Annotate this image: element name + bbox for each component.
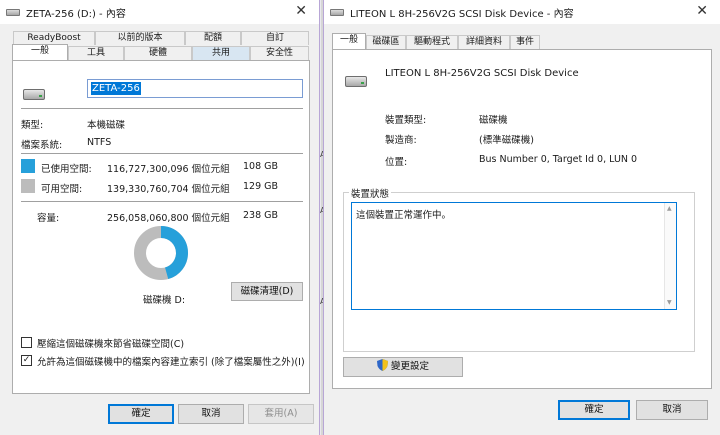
filesystem-value: NTFS [87, 137, 112, 148]
disk-usage-donut [134, 226, 188, 280]
scroll-down-icon[interactable]: ▼ [667, 299, 672, 307]
window-title: ZETA-256 (D:) - 內容 [26, 8, 126, 20]
index-checkmark: ✓ [22, 355, 31, 365]
tab-hardware[interactable]: 硬體 [124, 46, 192, 60]
index-checkbox[interactable]: ✓ [21, 355, 32, 366]
manufacturer-label: 製造商: [385, 135, 417, 146]
capacity-bytes: 256,058,060,800 個位元組 [107, 213, 230, 224]
free-space-swatch [21, 179, 35, 193]
tab-tools[interactable]: 工具 [68, 46, 124, 60]
drive-caption: 磁碟機 D: [143, 295, 186, 306]
close-button[interactable]: ✕ [295, 3, 307, 19]
tab-events[interactable]: 事件 [510, 35, 540, 49]
separator [21, 153, 303, 154]
window-title: LITEON L 8H-256V2G SCSI Disk Device - 內容 [350, 8, 574, 20]
device-type-value: 磁碟機 [479, 115, 508, 126]
tab-driver[interactable]: 驅動程式 [406, 35, 458, 49]
tab-readyboost[interactable]: ReadyBoost [13, 31, 95, 45]
scroll-up-icon[interactable]: ▲ [667, 205, 672, 213]
volume-name-text: ZETA-256 [91, 82, 141, 95]
ok-button[interactable]: 確定 [108, 404, 174, 424]
volume-name-input[interactable]: ZETA-256 [87, 79, 303, 98]
tab-details[interactable]: 詳細資料 [458, 35, 510, 49]
close-button[interactable]: ✕ [696, 3, 708, 19]
compress-label[interactable]: 壓縮這個磁碟機來節省磁碟空間(C) [37, 336, 184, 350]
free-space-label: 可用空間: [41, 184, 83, 195]
device-properties-window: LITEON L 8H-256V2G SCSI Disk Device - 內容… [323, 0, 720, 435]
separator [21, 201, 303, 202]
drive-icon-large [23, 89, 45, 100]
type-label: 類型: [21, 120, 44, 131]
device-type-label: 裝置類型: [385, 115, 427, 126]
change-settings-label: 變更設定 [390, 361, 429, 372]
disk-cleanup-button[interactable]: 磁碟清理(D) [231, 282, 303, 301]
tab-customize[interactable]: 自訂 [241, 31, 309, 45]
capacity-label: 容量: [37, 213, 60, 224]
tab-general[interactable]: 一般 [332, 33, 366, 49]
general-tab-panel: LITEON L 8H-256V2G SCSI Disk Device 裝置類型… [332, 49, 712, 389]
tab-sharing[interactable]: 共用 [192, 46, 250, 60]
index-label[interactable]: 允許為這個磁碟機中的檔案內容建立索引 (除了檔案屬性之外)(I) [37, 354, 305, 368]
device-status-text: 這個裝置正常運作中。 [356, 210, 452, 221]
device-icon [330, 8, 344, 16]
title-bar[interactable]: LITEON L 8H-256V2G SCSI Disk Device - 內容… [324, 0, 720, 24]
location-value: Bus Number 0, Target Id 0, LUN 0 [479, 154, 638, 165]
tab-previous-versions[interactable]: 以前的版本 [95, 31, 185, 45]
shield-icon [376, 359, 388, 371]
used-space-gb: 108 GB [243, 161, 279, 172]
ok-button[interactable]: 確定 [558, 400, 630, 420]
location-label: 位置: [385, 157, 408, 168]
cancel-button[interactable]: 取消 [636, 400, 708, 420]
drive-properties-window: ZETA-256 (D:) - 內容 ✕ ReadyBoost 以前的版本 配額… [0, 0, 320, 435]
tab-volumes[interactable]: 磁碟區 [366, 35, 406, 49]
status-scrollbar[interactable]: ▲ ▼ [664, 203, 676, 309]
used-space-bytes: 116,727,300,096 個位元組 [107, 164, 230, 175]
type-value: 本機磁碟 [87, 120, 126, 131]
device-icon-large [345, 76, 367, 87]
tab-quota[interactable]: 配額 [185, 31, 241, 45]
device-status-label: 裝置狀態 [349, 186, 392, 200]
compress-checkbox[interactable] [21, 337, 32, 348]
used-space-label: 已使用空間: [41, 164, 92, 175]
change-settings-button[interactable]: 變更設定 [343, 357, 463, 377]
manufacturer-value: (標準磁碟機) [479, 135, 534, 146]
used-space-swatch [21, 159, 35, 173]
general-tab-panel: ZETA-256 類型: 本機磁碟 檔案系統: NTFS 已使用空間: 116,… [12, 60, 310, 394]
cancel-button[interactable]: 取消 [178, 404, 244, 424]
device-status-textbox[interactable]: 這個裝置正常運作中。 ▲ ▼ [351, 202, 677, 310]
capacity-gb: 238 GB [243, 210, 279, 221]
tab-security[interactable]: 安全性 [250, 46, 309, 60]
free-space-bytes: 139,330,760,704 個位元組 [107, 184, 230, 195]
title-bar[interactable]: ZETA-256 (D:) - 內容 ✕ [0, 0, 319, 24]
free-space-gb: 129 GB [243, 181, 279, 192]
drive-icon [6, 8, 20, 16]
apply-button[interactable]: 套用(A) [248, 404, 314, 424]
device-name: LITEON L 8H-256V2G SCSI Disk Device [385, 68, 579, 79]
filesystem-label: 檔案系統: [21, 140, 63, 151]
tab-general[interactable]: 一般 [12, 44, 68, 60]
separator [21, 108, 303, 109]
